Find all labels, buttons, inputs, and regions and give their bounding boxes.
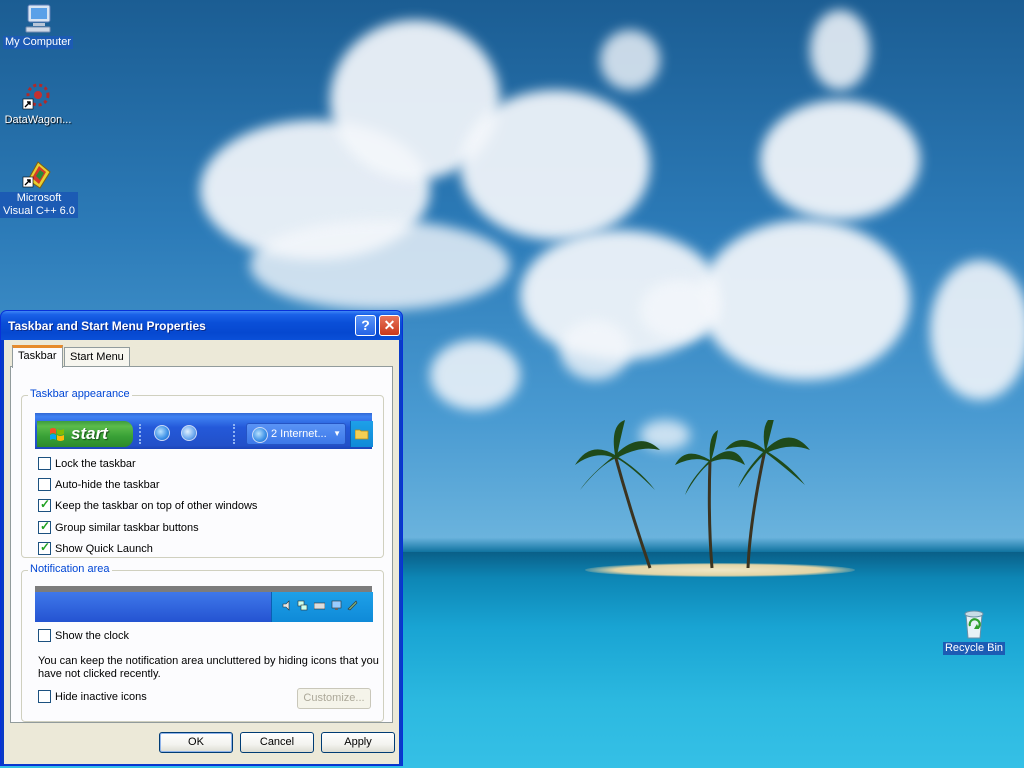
cloud: [430, 340, 520, 410]
desktop-icon-datawagon[interactable]: DataWagon...: [0, 80, 76, 127]
close-button[interactable]: ✕: [379, 315, 400, 336]
desktop-icon-label: Recycle Bin: [942, 642, 1006, 655]
desktop-icon-recycle-bin[interactable]: Recycle Bin: [936, 608, 1012, 655]
my-computer-icon: [22, 2, 54, 34]
checkbox-box[interactable]: [38, 457, 51, 470]
title-bar[interactable]: Taskbar and Start Menu Properties ? ✕: [1, 311, 402, 340]
keyboard-icon: [314, 602, 325, 610]
cloud: [250, 220, 510, 310]
visual-cpp-shortcut-icon: [22, 158, 54, 190]
cloud: [640, 280, 720, 340]
dropdown-arrow-icon: ▼: [333, 429, 341, 438]
tab-taskbar[interactable]: Taskbar: [12, 345, 63, 368]
tray-preview: [350, 421, 373, 447]
speaker-icon: [282, 600, 290, 611]
checkbox-label[interactable]: Keep the taskbar on top of other windows: [55, 499, 257, 513]
desktop-icon-label: My Computer: [2, 36, 74, 49]
cloud: [930, 260, 1024, 400]
cloud: [700, 220, 910, 380]
taskbar-appearance-group: Taskbar appearance start 2 Internet... ▼…: [21, 388, 384, 558]
tray-preview: [271, 592, 373, 622]
checkbox-label[interactable]: Show Quick Launch: [55, 542, 153, 556]
customize-button[interactable]: Customize...: [297, 688, 371, 709]
show-desktop-icon: [181, 425, 197, 441]
antivirus-icon: [347, 600, 358, 611]
network-icon: [297, 600, 308, 611]
desktop-icon-label: Microsoft Visual C++ 6.0: [0, 192, 78, 218]
ok-button[interactable]: OK: [159, 732, 233, 753]
taskbar-properties-dialog: Taskbar and Start Menu Properties ? ✕ Ta…: [0, 310, 403, 766]
tab-start-menu[interactable]: Start Menu: [64, 347, 130, 367]
cancel-button[interactable]: Cancel: [240, 732, 314, 753]
checkbox-label[interactable]: Auto-hide the taskbar: [55, 478, 160, 492]
checkbox-label[interactable]: Lock the taskbar: [55, 457, 136, 471]
help-button[interactable]: ?: [355, 315, 376, 336]
checkbox-box[interactable]: [38, 629, 51, 642]
notification-area-preview: [35, 586, 373, 622]
group-title: Notification area: [28, 563, 112, 575]
notification-description: You can keep the notification area unclu…: [38, 655, 379, 680]
cloud: [810, 10, 870, 90]
checkbox-label[interactable]: Group similar taskbar buttons: [55, 521, 199, 535]
dialog-client-area: Taskbar Start Menu Taskbar appearance st…: [4, 340, 399, 764]
datawagon-shortcut-icon: [22, 80, 54, 112]
taskbar-preview: start 2 Internet... ▼: [35, 413, 373, 449]
monitor-icon: [331, 600, 342, 610]
internet-explorer-icon: [154, 425, 170, 441]
start-button-preview: start: [37, 421, 133, 447]
task-button-preview: 2 Internet... ▼: [246, 423, 346, 445]
tab-page-taskbar: Taskbar appearance start 2 Internet... ▼…: [10, 366, 393, 723]
recycle-bin-icon: [958, 608, 990, 640]
taskbar-preview-band: [35, 592, 271, 622]
cloud: [560, 320, 630, 380]
checkbox-box[interactable]: ✓: [38, 497, 51, 512]
desktop-icon-visual-cpp[interactable]: Microsoft Visual C++ 6.0: [0, 158, 78, 218]
cloud: [760, 100, 920, 220]
toolbar-grip: [139, 424, 143, 444]
check-mark-icon: ✓: [40, 497, 51, 511]
start-label: start: [71, 424, 108, 443]
check-mark-icon: ✓: [40, 519, 51, 533]
cloud: [460, 90, 650, 240]
check-mark-icon: ✓: [40, 540, 51, 554]
checkbox-box[interactable]: [38, 478, 51, 491]
toolbar-grip: [233, 424, 237, 444]
checkbox-box[interactable]: ✓: [38, 519, 51, 534]
cloud: [600, 30, 660, 90]
checkbox-box[interactable]: [38, 690, 51, 703]
desktop-icon-label: DataWagon...: [4, 114, 72, 126]
windows-flag-icon: [50, 428, 64, 441]
desktop-icon-my-computer[interactable]: My Computer: [0, 2, 76, 49]
checkbox-label[interactable]: Hide inactive icons: [55, 690, 147, 704]
palm-trees: [575, 420, 810, 569]
task-button-label: 2 Internet...: [271, 428, 327, 440]
group-title: Taskbar appearance: [28, 388, 132, 400]
apply-button[interactable]: Apply: [321, 732, 395, 753]
checkbox-box[interactable]: ✓: [38, 540, 51, 555]
checkbox-label[interactable]: Show the clock: [55, 629, 129, 643]
notification-area-group: Notification area Show the clock You can…: [21, 563, 384, 722]
internet-explorer-icon: [252, 427, 268, 443]
dialog-title: Taskbar and Start Menu Properties: [8, 319, 206, 333]
folder-icon: [355, 429, 369, 440]
